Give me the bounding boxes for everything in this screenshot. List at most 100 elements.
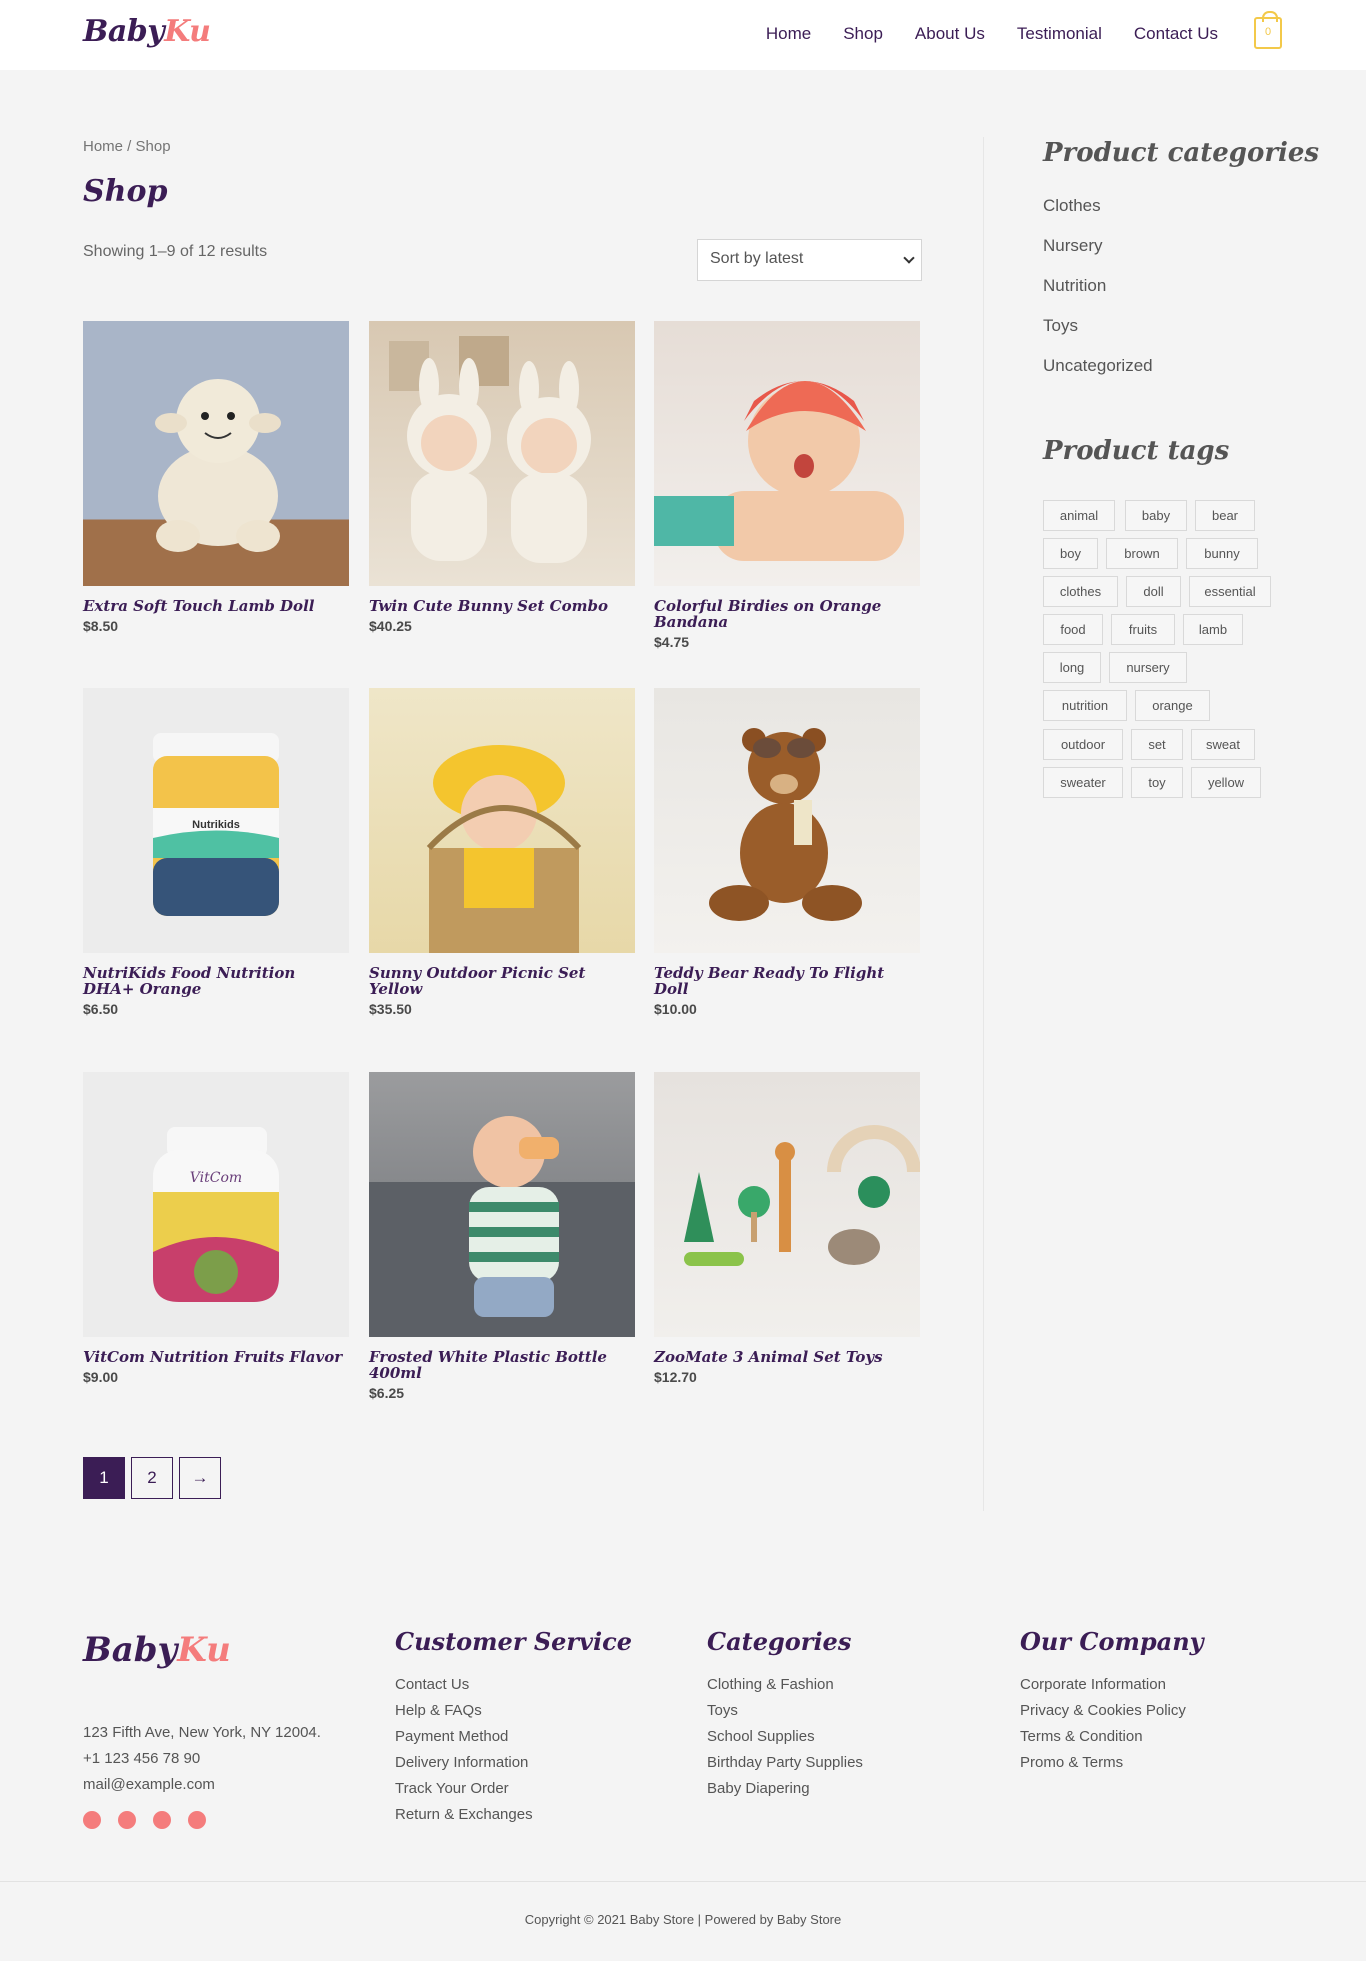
- product-card[interactable]: Nutrikids NutriKids Food Nutrition DHA+ …: [83, 688, 349, 1017]
- product-title[interactable]: NutriKids Food Nutrition DHA+ Orange: [83, 965, 349, 997]
- tag-boy[interactable]: boy: [1043, 538, 1098, 569]
- tag-baby[interactable]: baby: [1125, 500, 1187, 531]
- category-toys[interactable]: Toys: [1043, 316, 1153, 356]
- product-card[interactable]: Extra Soft Touch Lamb Doll $8.50: [83, 321, 349, 634]
- footer-categories: Categories Clothing & Fashion Toys Schoo…: [707, 1627, 863, 1806]
- tag-clothes[interactable]: clothes: [1043, 576, 1118, 607]
- product-title[interactable]: ZooMate 3 Animal Set Toys: [654, 1349, 920, 1365]
- footer-link[interactable]: Toys: [707, 1702, 863, 1728]
- animal-toys-image: [684, 1125, 920, 1266]
- tag-animal[interactable]: animal: [1043, 500, 1115, 531]
- tag-sweater[interactable]: sweater: [1043, 767, 1123, 798]
- product-title[interactable]: Frosted White Plastic Bottle 400ml: [369, 1349, 635, 1381]
- footer-link[interactable]: Birthday Party Supplies: [707, 1754, 863, 1780]
- tag-essential[interactable]: essential: [1189, 576, 1271, 607]
- product-image[interactable]: [83, 321, 349, 586]
- product-title[interactable]: Teddy Bear Ready To Flight Doll: [654, 965, 920, 997]
- lamb-doll-image: [155, 379, 281, 552]
- category-uncategorized[interactable]: Uncategorized: [1043, 356, 1153, 396]
- product-card[interactable]: ZooMate 3 Animal Set Toys $12.70: [654, 1072, 920, 1385]
- product-image[interactable]: [654, 1072, 920, 1337]
- tag-outdoor[interactable]: outdoor: [1043, 729, 1123, 760]
- tag-toy[interactable]: toy: [1131, 767, 1183, 798]
- tag-sweat[interactable]: sweat: [1191, 729, 1255, 760]
- product-image[interactable]: VitCom: [83, 1072, 349, 1337]
- nav-testimonial[interactable]: Testimonial: [1017, 24, 1102, 44]
- jar-label: VitCom: [190, 1170, 242, 1186]
- tag-bear[interactable]: bear: [1195, 500, 1255, 531]
- footer-link[interactable]: Terms & Condition: [1020, 1728, 1204, 1754]
- tag-bunny[interactable]: bunny: [1186, 538, 1258, 569]
- footer-link[interactable]: Help & FAQs: [395, 1702, 632, 1728]
- footer-heading: Categories: [707, 1627, 852, 1656]
- footer-link[interactable]: Clothing & Fashion: [707, 1676, 863, 1702]
- footer-link[interactable]: Payment Method: [395, 1728, 632, 1754]
- youtube-icon[interactable]: [188, 1811, 206, 1829]
- tag-lamb[interactable]: lamb: [1183, 614, 1243, 645]
- product-title[interactable]: VitCom Nutrition Fruits Flavor: [83, 1349, 349, 1365]
- tag-orange[interactable]: orange: [1135, 690, 1210, 721]
- tag-yellow[interactable]: yellow: [1191, 767, 1261, 798]
- product-card[interactable]: Frosted White Plastic Bottle 400ml $6.25: [369, 1072, 635, 1401]
- footer-link[interactable]: Contact Us: [395, 1676, 632, 1702]
- vitcom-jar-image: VitCom: [153, 1127, 279, 1302]
- product-price: $40.25: [369, 618, 412, 634]
- product-card[interactable]: Sunny Outdoor Picnic Set Yellow $35.50: [369, 688, 635, 1017]
- product-title[interactable]: Colorful Birdies on Orange Bandana: [654, 598, 920, 630]
- tag-nutrition[interactable]: nutrition: [1043, 690, 1127, 721]
- footer-link[interactable]: Corporate Information: [1020, 1676, 1204, 1702]
- product-image[interactable]: Nutrikids: [83, 688, 349, 953]
- product-title[interactable]: Extra Soft Touch Lamb Doll: [83, 598, 349, 614]
- product-price: $10.00: [654, 1001, 697, 1017]
- category-nursery[interactable]: Nursery: [1043, 236, 1153, 276]
- tag-set[interactable]: set: [1131, 729, 1183, 760]
- product-image[interactable]: [654, 321, 920, 586]
- footer-link[interactable]: Privacy & Cookies Policy: [1020, 1702, 1204, 1728]
- categories-heading: Product categories: [1043, 138, 1320, 168]
- footer-link[interactable]: School Supplies: [707, 1728, 863, 1754]
- category-clothes[interactable]: Clothes: [1043, 196, 1153, 236]
- footer-link[interactable]: Return & Exchanges: [395, 1806, 632, 1832]
- product-title[interactable]: Sunny Outdoor Picnic Set Yellow: [369, 965, 635, 997]
- page-2-button[interactable]: 2: [131, 1457, 173, 1499]
- categories-list: Clothes Nursery Nutrition Toys Uncategor…: [1043, 196, 1153, 396]
- tag-food[interactable]: food: [1043, 614, 1103, 645]
- twitter-icon[interactable]: [118, 1811, 136, 1829]
- product-card[interactable]: Twin Cute Bunny Set Combo $40.25: [369, 321, 635, 634]
- next-page-button[interactable]: →: [179, 1457, 221, 1499]
- footer-link[interactable]: Delivery Information: [395, 1754, 632, 1780]
- site-logo[interactable]: BabyKu: [83, 14, 211, 49]
- footer-link[interactable]: Baby Diapering: [707, 1780, 863, 1806]
- nav-shop[interactable]: Shop: [843, 24, 883, 44]
- tag-doll[interactable]: doll: [1126, 576, 1181, 607]
- footer-link[interactable]: Track Your Order: [395, 1780, 632, 1806]
- product-image[interactable]: [369, 688, 635, 953]
- product-image[interactable]: [369, 1072, 635, 1337]
- page-1-button[interactable]: 1: [83, 1457, 125, 1499]
- product-card[interactable]: Colorful Birdies on Orange Bandana $4.75: [654, 321, 920, 650]
- tag-brown[interactable]: brown: [1106, 538, 1178, 569]
- result-count: Showing 1–9 of 12 results: [83, 243, 268, 260]
- tag-nursery[interactable]: nursery: [1109, 652, 1187, 683]
- product-image[interactable]: [369, 321, 635, 586]
- footer-heading: Customer Service: [395, 1627, 633, 1656]
- tag-fruits[interactable]: fruits: [1111, 614, 1175, 645]
- product-card[interactable]: VitCom VitCom Nutrition Fruits Flavor $9…: [83, 1072, 349, 1385]
- sort-select[interactable]: Sort by latest: [697, 239, 922, 281]
- category-nutrition[interactable]: Nutrition: [1043, 276, 1153, 316]
- product-title[interactable]: Twin Cute Bunny Set Combo: [369, 598, 635, 614]
- nutrikids-jar-image: Nutrikids: [153, 733, 279, 916]
- nav-home[interactable]: Home: [766, 24, 811, 44]
- instagram-icon[interactable]: [153, 1811, 171, 1829]
- footer-link[interactable]: Promo & Terms: [1020, 1754, 1204, 1780]
- nav-about-us[interactable]: About Us: [915, 24, 985, 44]
- product-card[interactable]: Teddy Bear Ready To Flight Doll $10.00: [654, 688, 920, 1017]
- breadcrumb[interactable]: Home / Shop: [83, 138, 171, 155]
- footer-email[interactable]: mail@example.com: [83, 1772, 321, 1798]
- product-image[interactable]: [654, 688, 920, 953]
- cart-icon[interactable]: 0: [1254, 11, 1282, 49]
- nav-contact-us[interactable]: Contact Us: [1134, 24, 1218, 44]
- facebook-icon[interactable]: [83, 1811, 101, 1829]
- footer-logo[interactable]: BabyKu: [83, 1630, 231, 1670]
- tag-long[interactable]: long: [1043, 652, 1101, 683]
